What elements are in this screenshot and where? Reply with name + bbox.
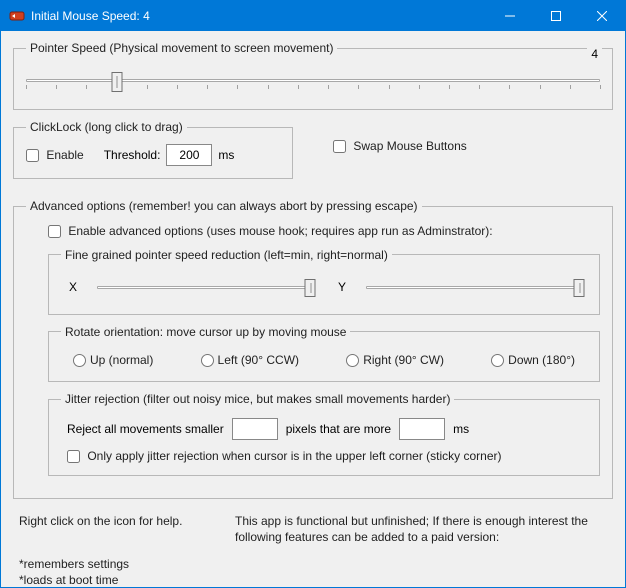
x-slider-thumb[interactable] — [305, 279, 316, 297]
maximize-icon — [551, 11, 561, 21]
rotate-down-label[interactable]: Down (180°) — [491, 353, 575, 367]
swap-buttons-checkbox[interactable] — [333, 140, 346, 153]
rotate-left-radio[interactable] — [201, 354, 214, 367]
minimize-button[interactable] — [487, 1, 533, 31]
maximize-button[interactable] — [533, 1, 579, 31]
y-label: Y — [338, 280, 352, 294]
jitter-text-2: pixels that are more — [286, 422, 391, 436]
feature-bullet: *remembers settings — [19, 556, 607, 572]
jitter-unit: ms — [453, 422, 469, 436]
rotate-legend: Rotate orientation: move cursor up by mo… — [61, 325, 350, 339]
rotate-right-label[interactable]: Right (90° CW) — [346, 353, 444, 367]
rotate-group: Rotate orientation: move cursor up by mo… — [48, 325, 600, 382]
close-icon — [597, 11, 607, 21]
window-title: Initial Mouse Speed: 4 — [31, 9, 487, 23]
help-hint: Right click on the icon for help. — [19, 513, 199, 545]
pointer-speed-legend: Pointer Speed (Physical movement to scre… — [26, 41, 337, 55]
rotate-left-label[interactable]: Left (90° CCW) — [201, 353, 299, 367]
clicklock-enable-label[interactable]: Enable — [26, 148, 84, 162]
pointer-speed-slider[interactable] — [26, 69, 600, 97]
swap-buttons-label[interactable]: Swap Mouse Buttons — [333, 139, 467, 153]
jitter-text-1: Reject all movements smaller — [67, 422, 224, 436]
fine-grained-group: Fine grained pointer speed reduction (le… — [48, 248, 600, 315]
jitter-pixels-input[interactable] — [232, 418, 278, 440]
advanced-enable-label[interactable]: Enable advanced options (uses mouse hook… — [48, 224, 493, 238]
threshold-label: Threshold: — [104, 148, 161, 162]
pointer-speed-value: 4 — [587, 47, 602, 61]
pointer-speed-group: Pointer Speed (Physical movement to scre… — [13, 41, 613, 110]
close-button[interactable] — [579, 1, 625, 31]
jitter-ms-input[interactable] — [399, 418, 445, 440]
sticky-corner-checkbox[interactable] — [67, 450, 80, 463]
rotate-up-radio[interactable] — [73, 354, 86, 367]
jitter-group: Jitter rejection (filter out noisy mice,… — [48, 392, 600, 476]
footer-text: Right click on the icon for help. This a… — [13, 513, 613, 587]
jitter-legend: Jitter rejection (filter out noisy mice,… — [61, 392, 454, 406]
content-area: Pointer Speed (Physical movement to scre… — [1, 31, 625, 587]
clicklock-enable-checkbox[interactable] — [26, 149, 39, 162]
advanced-group: Advanced options (remember! you can alwa… — [13, 199, 613, 499]
app-window: Initial Mouse Speed: 4 Pointer Speed (Ph… — [0, 0, 626, 588]
y-slider[interactable] — [366, 278, 579, 300]
app-icon — [9, 8, 25, 24]
y-slider-thumb[interactable] — [574, 279, 585, 297]
threshold-input[interactable] — [166, 144, 212, 166]
clicklock-group: ClickLock (long click to drag) Enable Th… — [13, 120, 293, 179]
feature-bullet: *loads at boot time — [19, 572, 607, 587]
rotate-right-radio[interactable] — [346, 354, 359, 367]
minimize-icon — [505, 11, 515, 21]
fine-grained-legend: Fine grained pointer speed reduction (le… — [61, 248, 392, 262]
sticky-corner-label[interactable]: Only apply jitter rejection when cursor … — [67, 449, 502, 463]
rotate-up-label[interactable]: Up (normal) — [73, 353, 153, 367]
advanced-enable-checkbox[interactable] — [48, 225, 61, 238]
x-label: X — [69, 280, 83, 294]
title-bar[interactable]: Initial Mouse Speed: 4 — [1, 1, 625, 31]
clicklock-legend: ClickLock (long click to drag) — [26, 120, 187, 134]
slider-thumb[interactable] — [111, 72, 122, 92]
pitch-text: This app is functional but unfinished; I… — [235, 513, 607, 545]
advanced-legend: Advanced options (remember! you can alwa… — [26, 199, 422, 213]
rotate-down-radio[interactable] — [491, 354, 504, 367]
x-slider[interactable] — [97, 278, 310, 300]
threshold-unit: ms — [218, 148, 234, 162]
